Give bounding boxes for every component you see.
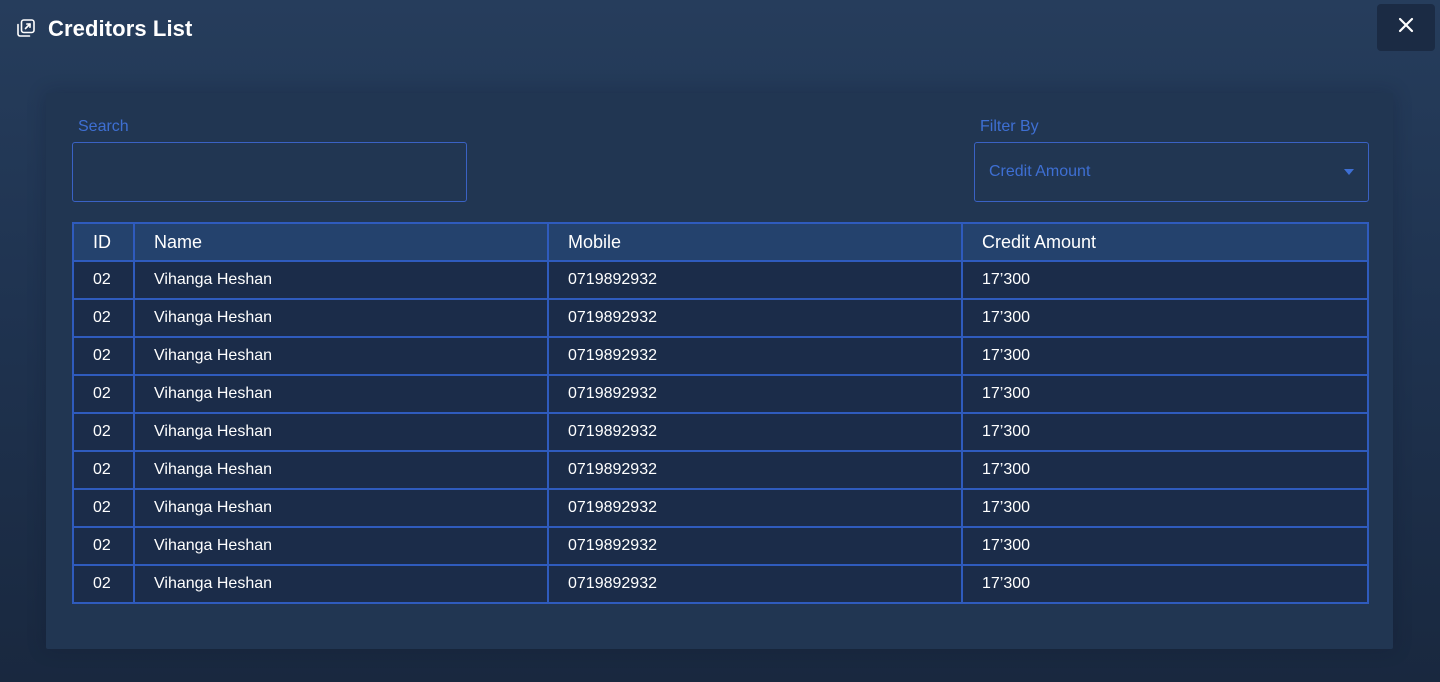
cell-mobile: 0719892932: [547, 564, 963, 604]
table-row[interactable]: 02 Vihanga Heshan 0719892932 17’300: [72, 488, 1369, 528]
filter-select[interactable]: Credit Amount: [974, 142, 1369, 202]
table-row[interactable]: 02 Vihanga Heshan 0719892932 17’300: [72, 450, 1369, 490]
table-row[interactable]: 02 Vihanga Heshan 0719892932 17’300: [72, 298, 1369, 338]
cell-credit-amount: 17’300: [961, 412, 1369, 452]
cell-credit-amount: 17’300: [961, 298, 1369, 338]
cell-credit-amount: 17’300: [961, 374, 1369, 414]
column-header-credit-amount[interactable]: Credit Amount: [961, 222, 1369, 262]
cell-id: 02: [72, 298, 135, 338]
cell-mobile: 0719892932: [547, 412, 963, 452]
cell-name: Vihanga Heshan: [133, 260, 549, 300]
cell-id: 02: [72, 564, 135, 604]
cell-credit-amount: 17’300: [961, 526, 1369, 566]
creditors-panel: Search Filter By Credit Amount ID Name M…: [46, 93, 1393, 649]
cell-mobile: 0719892932: [547, 336, 963, 376]
cell-credit-amount: 17’300: [961, 488, 1369, 528]
cell-credit-amount: 17’300: [961, 564, 1369, 604]
creditors-table: ID Name Mobile Credit Amount 02 Vihanga …: [72, 222, 1369, 604]
page-title: Creditors List: [48, 16, 193, 41]
close-icon: [1398, 17, 1414, 38]
cell-mobile: 0719892932: [547, 526, 963, 566]
cell-credit-amount: 17’300: [961, 260, 1369, 300]
cell-mobile: 0719892932: [547, 450, 963, 490]
column-header-mobile[interactable]: Mobile: [547, 222, 963, 262]
cell-id: 02: [72, 488, 135, 528]
cell-id: 02: [72, 260, 135, 300]
table-row[interactable]: 02 Vihanga Heshan 0719892932 17’300: [72, 564, 1369, 604]
filter-selected-value: Credit Amount: [989, 163, 1091, 180]
cell-id: 02: [72, 412, 135, 452]
table-row[interactable]: 02 Vihanga Heshan 0719892932 17’300: [72, 336, 1369, 376]
external-window-icon: [17, 19, 35, 37]
cell-name: Vihanga Heshan: [133, 298, 549, 338]
close-button[interactable]: [1377, 4, 1435, 51]
table-row[interactable]: 02 Vihanga Heshan 0719892932 17’300: [72, 412, 1369, 452]
cell-credit-amount: 17’300: [961, 336, 1369, 376]
cell-name: Vihanga Heshan: [133, 526, 549, 566]
cell-name: Vihanga Heshan: [133, 564, 549, 604]
cell-name: Vihanga Heshan: [133, 336, 549, 376]
search-input[interactable]: [72, 142, 467, 202]
table-row[interactable]: 02 Vihanga Heshan 0719892932 17’300: [72, 526, 1369, 566]
cell-id: 02: [72, 526, 135, 566]
cell-mobile: 0719892932: [547, 374, 963, 414]
cell-name: Vihanga Heshan: [133, 374, 549, 414]
cell-name: Vihanga Heshan: [133, 488, 549, 528]
cell-mobile: 0719892932: [547, 298, 963, 338]
cell-mobile: 0719892932: [547, 260, 963, 300]
filter-label: Filter By: [980, 118, 1039, 135]
cell-name: Vihanga Heshan: [133, 412, 549, 452]
cell-id: 02: [72, 374, 135, 414]
table-row[interactable]: 02 Vihanga Heshan 0719892932 17’300: [72, 374, 1369, 414]
search-label: Search: [78, 118, 129, 135]
cell-mobile: 0719892932: [547, 488, 963, 528]
cell-id: 02: [72, 336, 135, 376]
column-header-name[interactable]: Name: [133, 222, 549, 262]
chevron-down-icon: [1344, 169, 1354, 175]
cell-id: 02: [72, 450, 135, 490]
table-header-row: ID Name Mobile Credit Amount: [72, 222, 1369, 262]
cell-credit-amount: 17’300: [961, 450, 1369, 490]
window-header: Creditors List: [0, 0, 1440, 58]
cell-name: Vihanga Heshan: [133, 450, 549, 490]
table-row[interactable]: 02 Vihanga Heshan 0719892932 17’300: [72, 260, 1369, 300]
column-header-id[interactable]: ID: [72, 222, 135, 262]
